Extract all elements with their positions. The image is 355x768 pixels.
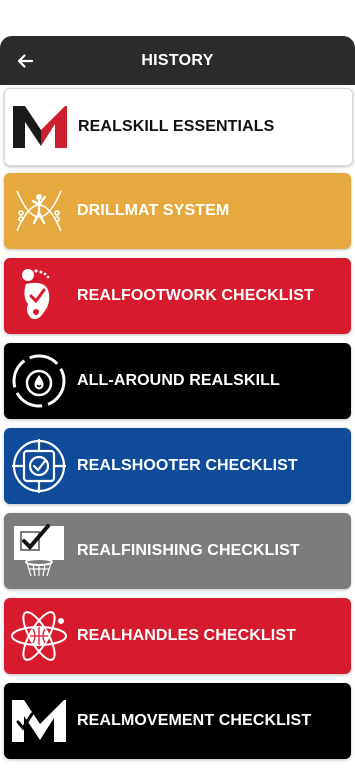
atom-ball-icon [9,606,69,666]
program-label: REALFINISHING CHECKLIST [77,542,300,559]
hoop-checkmark-icon [9,521,69,581]
program-card-realmovement-checklist[interactable]: REALMOVEMENT CHECKLIST [4,683,351,759]
program-card-realfinishing-checklist[interactable]: REALFINISHING CHECKLIST [4,513,351,589]
crosshair-target-icon [9,436,69,496]
program-card-realshooter-checklist[interactable]: REALSHOOTER CHECKLIST [4,428,351,504]
program-label: REALMOVEMENT CHECKLIST [77,712,312,729]
program-label: REALSKILL ESSENTIALS [78,118,275,135]
program-card-realhandles-checklist[interactable]: REALHANDLES CHECKLIST [4,598,351,674]
history-screen: HISTORY REALSKILL ESSENTIALS DRILLMAT SY… [0,0,355,768]
program-card-all-around-realskill[interactable]: ALL-AROUND REALSKILL [4,343,351,419]
page-title: HISTORY [141,51,214,69]
program-card-realskill-essentials[interactable]: REALSKILL ESSENTIALS [4,88,353,166]
program-label: REALSHOOTER CHECKLIST [77,457,298,474]
arrow-left-icon [17,54,34,68]
program-card-realfootwork-checklist[interactable]: REALFOOTWORK CHECKLIST [4,258,351,334]
footprint-icon [9,266,69,326]
program-card-drillmat-system[interactable]: DRILLMAT SYSTEM [4,173,351,249]
realskill-m-logo-icon [10,97,70,157]
program-label: REALHANDLES CHECKLIST [77,627,296,644]
program-label: DRILLMAT SYSTEM [77,202,230,219]
realskill-m-logo-icon [9,691,69,751]
program-label: REALFOOTWORK CHECKLIST [77,287,314,304]
program-label: ALL-AROUND REALSKILL [77,372,280,389]
app-bar: HISTORY [0,36,355,85]
back-button[interactable] [12,48,38,74]
drop-circle-icon [9,351,69,411]
drillmat-player-icon [9,181,69,241]
